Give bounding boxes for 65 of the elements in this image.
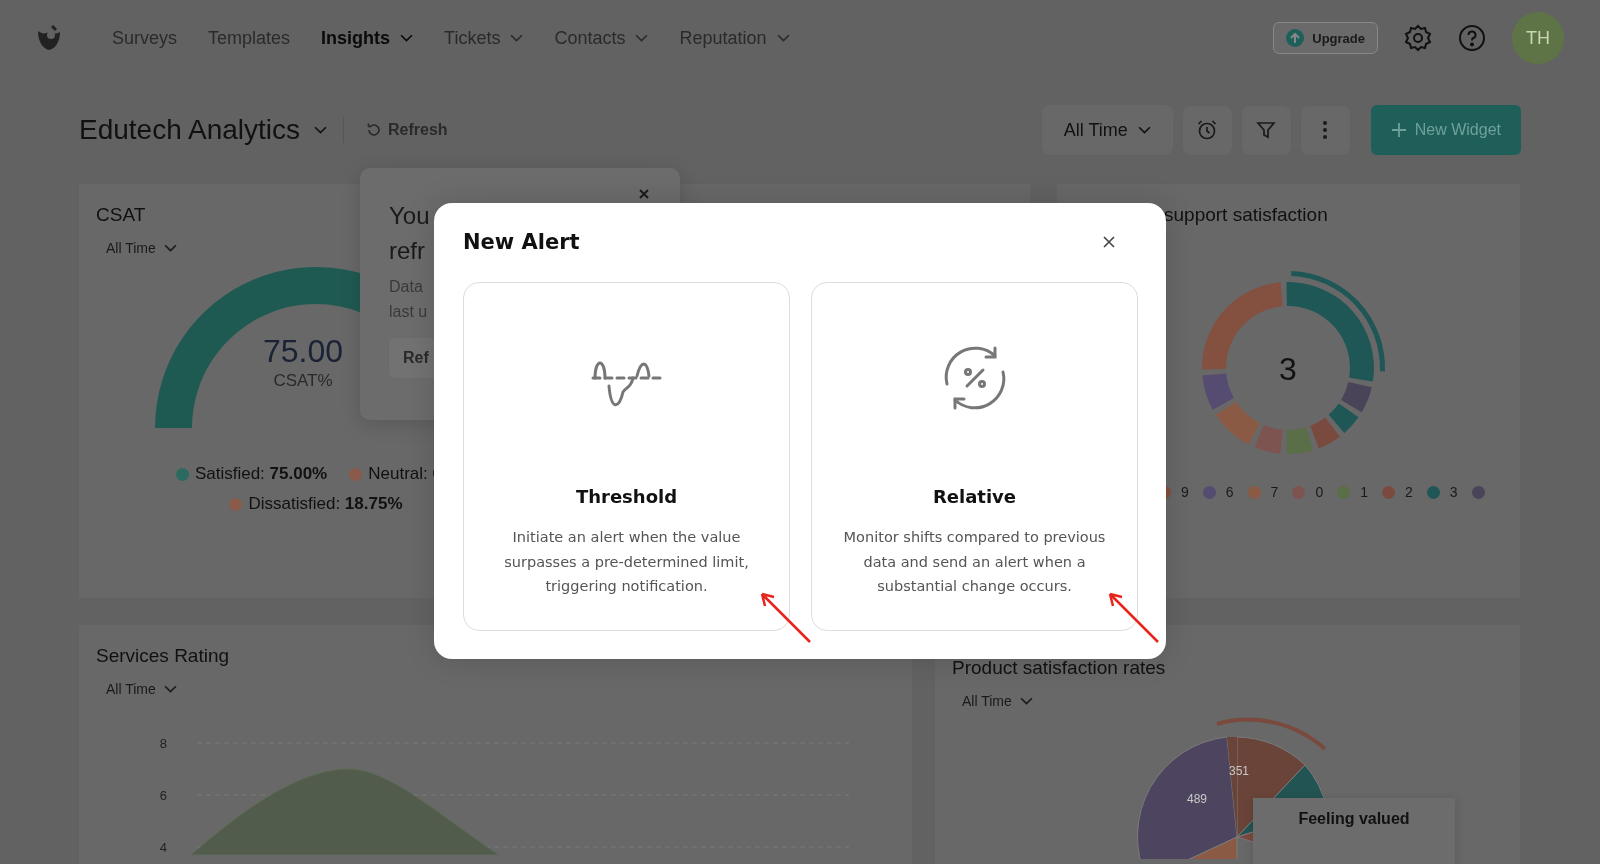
time-range-dropdown[interactable]: All Time [106,681,177,697]
donut-segment [1286,427,1314,454]
chevron-down-icon [1019,696,1033,706]
new-widget-button[interactable]: New Widget [1370,105,1521,155]
widget-title: Services Rating [96,645,230,667]
nav-item[interactable]: Templates [208,27,291,49]
dialog-title: New Alert [463,230,580,254]
alarm-clock-icon [1196,119,1219,141]
axis-tick-label: 6 [159,788,167,803]
legend-label: 7 [1270,484,1279,500]
slice-value-label: 489 [1187,792,1207,806]
popover-heading: You [389,201,430,231]
alert-type-title: Threshold [575,486,678,507]
more-icon [1322,120,1329,140]
chevron-down-icon [163,684,177,694]
donut-center-value: 3 [1279,351,1297,387]
widget-title: support satisfaction [1164,204,1328,226]
help-icon[interactable] [1458,24,1486,52]
popover-heading: refr [389,236,425,266]
plus-icon [1390,122,1407,138]
time-range-dropdown[interactable]: All Time [962,693,1033,709]
legend-label: 2 [1405,484,1413,500]
csat-label: CSAT% [273,371,333,390]
filter-icon [1256,120,1277,140]
settings-icon[interactable] [1404,24,1432,52]
legend-label: 6 [1225,484,1234,500]
slice-value-label: 351 [1229,764,1249,778]
legend-label: 9 [1181,484,1189,500]
upgrade-button[interactable]: Upgrade [1273,22,1378,54]
widget-title: Product satisfaction rates [952,657,1166,679]
close-icon[interactable] [1101,234,1117,250]
csat-value: 75.00 [262,333,344,369]
alert-type-card[interactable]: Threshold Initiate an alert when the value surpasses a pre-determined limit, triggering notification. [463,282,790,631]
chevron-down-icon [314,125,328,135]
alert-type-description: Initiate an alert when the value surpasses a pre-determined limit, triggering notification. [503,528,750,596]
widget-title: CSAT [96,204,146,226]
legend-label: Satisfied: 75.00% [194,464,328,484]
user-avatar[interactable]: TH [1512,12,1564,64]
legend-label: Dissatisfied: 18.75% [248,494,403,514]
nav-item[interactable]: Reputation [679,27,790,49]
donut-segment [1310,417,1340,449]
alert-type-title: Relative [932,486,1017,507]
alert-type-card[interactable]: Relative Monitor shifts compared to previous data and send an alert when a substantial change occurs. [811,282,1138,631]
time-range-dropdown[interactable]: All Time [1041,105,1173,155]
nav-item[interactable]: Tickets [444,27,524,49]
legend-label: 0 [1315,484,1324,500]
alarm-clock-button[interactable] [1182,105,1232,155]
donut-segment [1328,403,1359,433]
legend-label: 3 [1449,484,1458,500]
filter-button[interactable] [1241,105,1291,155]
nav-item[interactable]: Contacts [554,27,649,49]
nav-item[interactable]: Surveys [112,27,178,49]
chevron-down-icon [163,243,177,253]
time-range-dropdown[interactable]: All Time [106,240,177,256]
alert-type-description: Monitor shifts compared to previous data and send an alert when a substantial change occurs. [842,528,1107,596]
axis-tick-label: 8 [159,736,167,751]
legend-label: 1 [1360,484,1368,500]
dashboard-title: Edutech Analytics [79,114,301,146]
donut-segment [1202,373,1234,410]
nav-item[interactable]: Insights [321,27,414,49]
refresh-icon [366,122,383,138]
chevron-down-icon [1137,125,1151,135]
axis-tick-label: 4 [159,840,167,855]
tooltip-title: Feeling valued [1298,810,1410,827]
refresh-button[interactable]: Refresh [360,120,454,140]
